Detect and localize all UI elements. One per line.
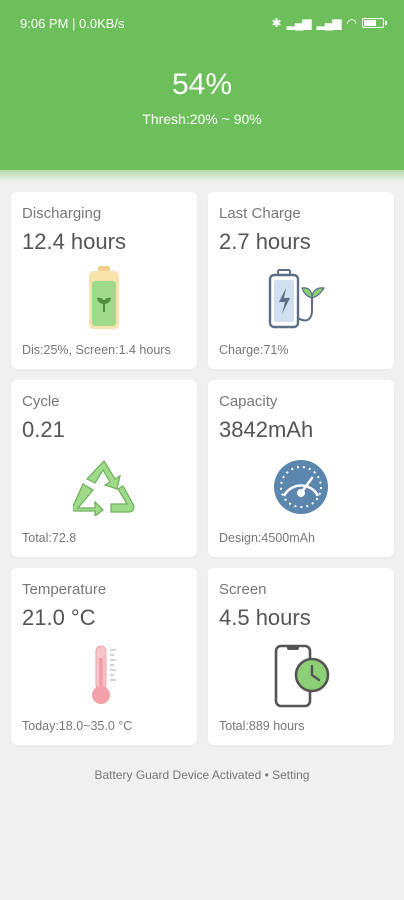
card-value: 12.4 hours <box>22 229 126 254</box>
threshold-text[interactable]: Thresh:20% ~ 90% <box>0 111 404 127</box>
status-icons: ✱ ▂▄▆ ▂▄▆ ◠ <box>271 16 387 30</box>
card-temperature[interactable]: Temperature 21.0 °C Today:18.0~35.0 °C <box>11 568 197 745</box>
battery-plug-icon <box>208 268 394 330</box>
card-capacity[interactable]: Capacity 3842mAh Design:4500mAh <box>208 380 394 557</box>
thermometer-icon <box>11 644 197 706</box>
card-foot: Total:72.8 <box>22 531 77 545</box>
card-value: 21.0 °C <box>22 605 96 630</box>
status-bar: 9:06 PM | 0.0KB/s ✱ ▂▄▆ ▂▄▆ ◠ <box>0 0 404 46</box>
header: 9:06 PM | 0.0KB/s ✱ ▂▄▆ ▂▄▆ ◠ 54% Thresh… <box>0 0 404 180</box>
status-time-speed: 9:06 PM | 0.0KB/s <box>20 15 125 31</box>
battery-status-fill <box>364 20 376 26</box>
footer-status-link[interactable]: Battery Guard Device Activated • Setting <box>0 768 404 782</box>
card-cycle[interactable]: Cycle 0.21 Total:72.8 <box>11 380 197 557</box>
card-value: 0.21 <box>22 417 65 442</box>
bluetooth-icon: ✱ <box>271 16 282 30</box>
card-label: Discharging <box>22 205 102 222</box>
card-foot: Total:889 hours <box>219 719 305 733</box>
card-discharging[interactable]: Discharging 12.4 hours Dis:25%, Screen:1… <box>11 192 197 369</box>
gauge-icon <box>208 458 394 516</box>
card-label: Cycle <box>22 393 60 410</box>
signal-icon-2: ▂▄▆ <box>316 16 342 30</box>
signal-icon: ▂▄▆ <box>286 16 312 30</box>
card-label: Temperature <box>22 581 107 598</box>
card-value: 3842mAh <box>219 417 314 442</box>
card-foot: Charge:71% <box>219 343 289 357</box>
card-value: 4.5 hours <box>219 605 311 630</box>
phone-clock-icon <box>208 644 394 708</box>
card-label: Screen <box>219 581 267 598</box>
card-label: Last Charge <box>219 205 301 222</box>
card-foot: Design:4500mAh <box>219 531 315 545</box>
card-foot: Today:18.0~35.0 °C <box>22 719 133 733</box>
card-last-charge[interactable]: Last Charge 2.7 hours Charge:71% <box>208 192 394 369</box>
battery-percent: 54% <box>171 68 233 101</box>
wifi-icon: ◠ <box>346 16 358 30</box>
card-value: 2.7 hours <box>219 229 311 254</box>
battery-leaf-icon <box>11 264 197 332</box>
recycle-icon <box>11 458 197 516</box>
battery-status-icon <box>362 18 387 28</box>
card-label: Capacity <box>219 393 278 410</box>
header-divider <box>0 170 404 182</box>
card-foot: Dis:25%, Screen:1.4 hours <box>22 343 171 357</box>
card-screen[interactable]: Screen 4.5 hours Total:889 hours <box>208 568 394 745</box>
